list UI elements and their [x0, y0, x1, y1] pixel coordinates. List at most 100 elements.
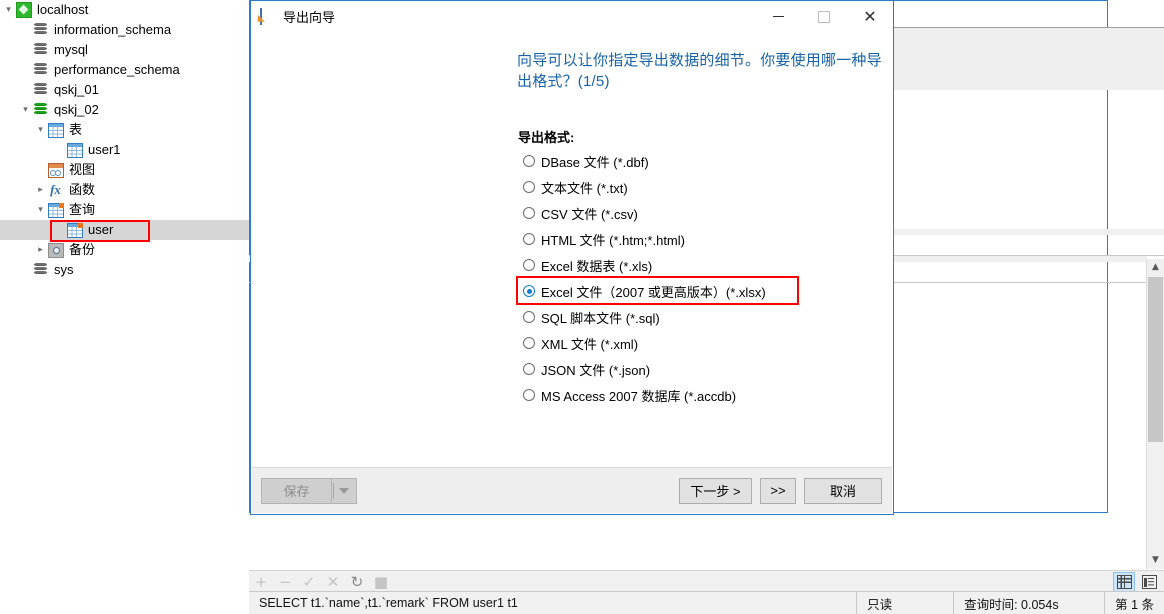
tree-item-localhost[interactable]: ▾ localhost [0, 0, 249, 20]
export-wizard-dialog[interactable]: 导出向导 ✕ 向导可以让你指定导出数据的细节。你要使用哪一种导出格式？(1/5)… [250, 0, 894, 515]
radio-icon[interactable] [523, 155, 535, 167]
footer-actions: 下一步 > >> 取消 [679, 477, 892, 504]
function-icon: fx [50, 182, 61, 197]
table-icon [66, 142, 83, 158]
tree-item-backups[interactable]: ▸ 备份 [0, 240, 249, 260]
tree-item-user1[interactable]: user1 [0, 140, 249, 160]
minimize-icon[interactable] [755, 1, 801, 32]
radio-icon[interactable] [523, 233, 535, 245]
save-button[interactable]: 保存 [261, 477, 357, 504]
cancel-edit-icon[interactable]: ✕ [321, 571, 345, 593]
next-button[interactable]: 下一步 > [679, 477, 752, 504]
tree-item-tables[interactable]: ▾ 表 [0, 120, 249, 140]
cancel-button[interactable]: 取消 [804, 477, 882, 504]
tree-item-performance-schema[interactable]: performance_schema [0, 60, 249, 80]
tree-item-information-schema[interactable]: information_schema [0, 20, 249, 40]
radio-option-json[interactable]: JSON 文件 (*.json) [523, 359, 650, 379]
chevron-down-icon[interactable]: ▾ [2, 5, 15, 15]
tree-item-qskj-01[interactable]: qskj_01 [0, 80, 249, 100]
radio-icon[interactable] [523, 207, 535, 219]
status-query-time: 查询时间: 0.054s [954, 592, 1106, 614]
radio-icon[interactable] [523, 181, 535, 193]
radio-option-csv[interactable]: CSV 文件 (*.csv) [523, 203, 638, 223]
radio-option-dbf[interactable]: DBase 文件 (*.dbf) [523, 151, 649, 171]
radio-label: Excel 文件（2007 或更高版本）(*.xlsx) [541, 284, 766, 300]
status-bar: SELECT t1.`name`,t1.`remark` FROM user1 … [249, 591, 1164, 614]
radio-icon-selected[interactable] [523, 285, 535, 297]
database-icon [32, 82, 49, 98]
radio-label: XML 文件 (*.xml) [541, 336, 639, 352]
refresh-icon[interactable]: ↻ [345, 571, 369, 593]
tree-item-functions[interactable]: ▸ fx 函数 [0, 180, 249, 200]
chevron-down-icon[interactable]: ▾ [34, 205, 47, 215]
chevron-down-icon[interactable]: ▾ [19, 105, 32, 115]
tree-item-label: performance_schema [54, 62, 180, 77]
chevron-right-icon[interactable]: ▸ [34, 245, 47, 255]
close-icon[interactable]: ✕ [847, 1, 893, 32]
host-icon [15, 2, 32, 18]
dialog-titlebar[interactable]: 导出向导 ✕ [251, 1, 893, 32]
radio-icon[interactable] [523, 259, 535, 271]
tree-item-label: user [88, 222, 114, 237]
maximize-icon[interactable] [801, 1, 847, 32]
add-icon[interactable]: + [249, 571, 273, 593]
save-dropdown-toggle[interactable] [331, 477, 357, 504]
radio-option-xls[interactable]: Excel 数据表 (*.xls) [523, 255, 652, 275]
tree-item-queries[interactable]: ▾ 查询 [0, 200, 249, 220]
chevron-right-icon[interactable]: ▸ [34, 185, 47, 195]
tree-item-views[interactable]: 视图 [0, 160, 249, 180]
radio-icon[interactable] [523, 311, 535, 323]
radio-icon[interactable] [523, 363, 535, 375]
status-record-position: 第 1 条 [1115, 597, 1154, 612]
window-controls[interactable]: ✕ [755, 1, 893, 32]
radio-icon[interactable] [523, 337, 535, 349]
tree-item-qskj-02[interactable]: ▾ qskj_02 [0, 100, 249, 120]
query-icon [47, 202, 64, 218]
database-icon [32, 62, 49, 78]
result-vertical-scrollbar[interactable]: ▲ ▼ [1146, 259, 1164, 569]
radio-option-xlsx[interactable]: Excel 文件（2007 或更高版本）(*.xlsx) [523, 281, 766, 301]
radio-option-txt[interactable]: 文本文件 (*.txt) [523, 177, 628, 197]
tree-item-label: qskj_02 [54, 102, 99, 117]
record-toolbar[interactable]: + − ✓ ✕ ↻ ■ [249, 570, 1164, 593]
database-icon [32, 42, 49, 58]
stop-icon[interactable]: ■ [369, 571, 393, 593]
chevron-down-icon [339, 487, 349, 494]
tree-item-label: mysql [54, 42, 88, 57]
radio-option-accdb[interactable]: MS Access 2007 数据库 (*.accdb) [523, 385, 736, 405]
status-readonly: 只读 [857, 592, 955, 614]
tree-item-mysql[interactable]: mysql [0, 40, 249, 60]
fast-forward-button[interactable]: >> [760, 477, 796, 504]
remove-icon[interactable]: − [273, 571, 297, 593]
tree-item-query-user[interactable]: user [0, 220, 249, 240]
radio-option-sql[interactable]: SQL 脚本文件 (*.sql) [523, 307, 660, 327]
table-icon [47, 122, 64, 138]
dialog-footer: 保存 下一步 > >> 取消 [252, 467, 892, 513]
radio-label: DBase 文件 (*.dbf) [541, 154, 649, 170]
radio-option-xml[interactable]: XML 文件 (*.xml) [523, 333, 638, 353]
scroll-down-arrow[interactable]: ▼ [1147, 552, 1164, 569]
tree-item-label: 表 [69, 122, 83, 137]
dialog-title: 导出向导 [283, 10, 336, 25]
radio-icon[interactable] [523, 389, 535, 401]
view-toggle-group[interactable] [1113, 572, 1164, 592]
tree-item-label: 备份 [69, 242, 96, 257]
scroll-up-arrow[interactable]: ▲ [1147, 259, 1164, 276]
dialog-header-text: 向导可以让你指定导出数据的细节。你要使用哪一种导出格式？(1/5) [517, 52, 882, 90]
tree-item-label: information_schema [54, 22, 172, 37]
radio-label: 文本文件 (*.txt) [541, 180, 628, 196]
form-view-icon[interactable] [1138, 572, 1160, 592]
tree-item-label: 函数 [69, 182, 96, 197]
confirm-icon[interactable]: ✓ [297, 571, 321, 593]
radio-option-html[interactable]: HTML 文件 (*.htm;*.html) [523, 229, 685, 249]
scrollbar-thumb[interactable] [1148, 277, 1163, 442]
tree-item-sys[interactable]: sys [0, 260, 249, 280]
backup-icon [47, 242, 64, 258]
radio-label: Excel 数据表 (*.xls) [541, 258, 653, 274]
grid-view-icon[interactable] [1113, 572, 1135, 592]
radio-label: SQL 脚本文件 (*.sql) [541, 310, 660, 326]
status-sql-text: SELECT t1.`name`,t1.`remark` FROM user1 … [249, 592, 858, 614]
query-icon [66, 222, 83, 238]
object-tree-sidebar[interactable]: ▾ localhost information_schema mysql per… [0, 0, 249, 614]
chevron-down-icon[interactable]: ▾ [34, 125, 47, 135]
